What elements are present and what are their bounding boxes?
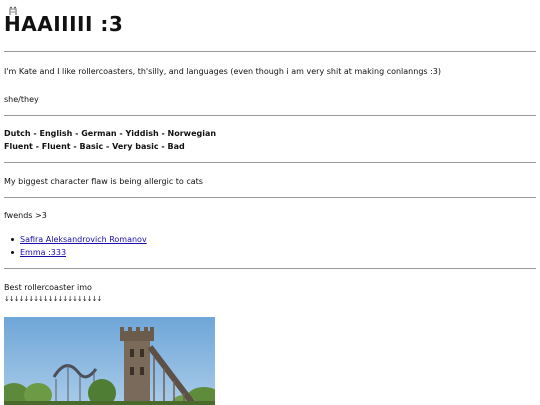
divider: [4, 268, 536, 269]
friend-link-safira[interactable]: Safira Aleksandrovich Romanov: [20, 235, 147, 244]
pronouns-text: she/they: [4, 95, 39, 104]
divider: [4, 162, 536, 163]
friends-heading: fwends >3: [4, 211, 47, 220]
rollercoaster-heading: Best rollercoaster imo: [4, 283, 92, 292]
bullet-icon: [11, 238, 14, 241]
divider: [4, 197, 536, 198]
friend-link-emma[interactable]: Emma :333: [20, 248, 66, 257]
languages-names: Dutch - English - German - Yiddish - Nor…: [4, 129, 217, 138]
friends-list: Safira Aleksandrovich Romanov Emma :333: [4, 233, 147, 259]
bullet-icon: [11, 251, 14, 254]
page-title-wrap: HAAIIIII :3: [4, 6, 124, 38]
list-item: Emma :333: [11, 246, 147, 259]
list-item: Safira Aleksandrovich Romanov: [11, 233, 147, 246]
languages-levels: Fluent - Fluent - Basic - Very basic - B…: [4, 142, 185, 151]
character-flaw-text: My biggest character flaw is being aller…: [4, 177, 203, 186]
bunny-doodle-icon: [9, 6, 17, 15]
intro-text: I'm Kate and I like rollercoasters, th's…: [4, 67, 442, 76]
divider: [4, 115, 536, 116]
down-arrows: ↓↓↓↓↓↓↓↓↓↓↓↓↓↓↓↓↓↓↓↓: [4, 295, 102, 303]
page-title: HAAIIIII :3: [4, 12, 124, 36]
divider: [4, 51, 536, 52]
page: HAAIIIII :3 I'm Kate and I like rollerco…: [0, 0, 540, 405]
rollercoaster-photo: [4, 317, 215, 405]
